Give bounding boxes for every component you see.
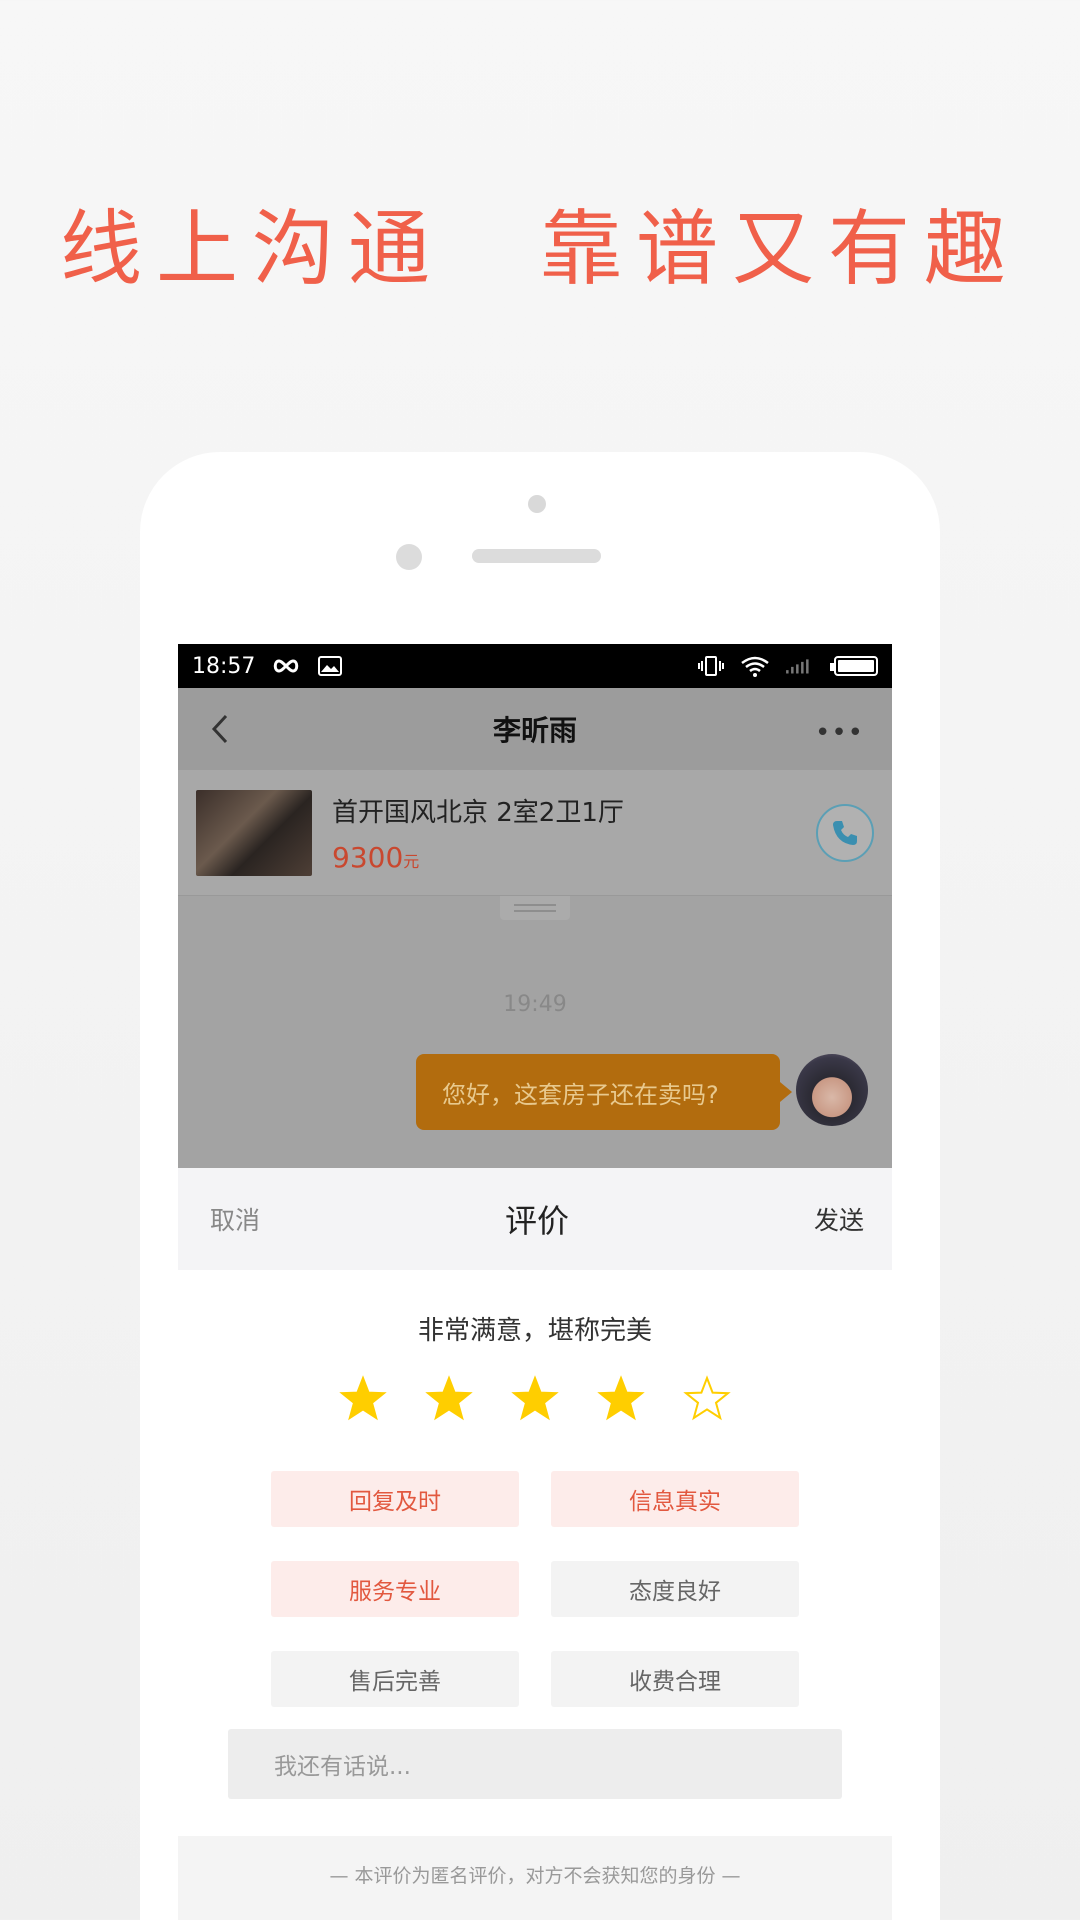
message-bubble: 您好，这套房子还在卖吗? bbox=[416, 1054, 792, 1130]
image-icon bbox=[315, 655, 345, 677]
rating-sheet-header: 取消 评价 发送 bbox=[178, 1168, 892, 1270]
house-price-unit: 元 bbox=[403, 851, 420, 871]
battery-icon bbox=[830, 656, 878, 676]
house-card[interactable]: 首开国风北京 2室2卫1厅 9300元 bbox=[178, 770, 892, 896]
cancel-button[interactable]: 取消 bbox=[210, 1201, 260, 1237]
wifi-icon bbox=[740, 655, 770, 677]
tag-option[interactable]: 回复及时 bbox=[271, 1471, 519, 1527]
rating-description: 非常满意，堪称完美 bbox=[417, 1316, 652, 1346]
tag-grid: 回复及时 信息真实 服务专业 态度良好 售后完善 收费合理 bbox=[178, 1471, 892, 1707]
star-filled-icon[interactable] bbox=[511, 1375, 559, 1423]
house-info: 首开国风北京 2室2卫1厅 9300元 bbox=[332, 792, 624, 874]
tag-option[interactable]: 信息真实 bbox=[551, 1471, 799, 1527]
phone-sensor bbox=[528, 495, 546, 513]
house-thumbnail bbox=[196, 789, 312, 876]
star-filled-icon[interactable] bbox=[425, 1375, 473, 1423]
call-button[interactable] bbox=[816, 804, 874, 862]
house-price: 9300 bbox=[332, 840, 404, 874]
tag-option[interactable]: 收费合理 bbox=[551, 1651, 799, 1707]
signal-icon bbox=[784, 655, 814, 677]
infinity-icon bbox=[271, 655, 301, 677]
star-filled-icon[interactable] bbox=[597, 1375, 645, 1423]
rating-sheet: 取消 评价 发送 非常满意，堪称完美 回复及时 信息真实 服务专业 态度良好 售后完善收… bbox=[178, 1168, 892, 1920]
headline: 线上沟通 靠谱又有趣 bbox=[59, 202, 1020, 297]
phone-icon bbox=[833, 821, 857, 845]
phone-camera bbox=[396, 544, 422, 570]
house-price-row: 9300元 bbox=[332, 841, 624, 874]
send-button[interactable]: 发送 bbox=[814, 1201, 864, 1237]
tag-option[interactable]: 服务专业 bbox=[271, 1561, 519, 1617]
rating-sheet-title: 评价 bbox=[504, 1202, 569, 1240]
status-time: 18:57 bbox=[192, 653, 256, 679]
tag-option[interactable]: 售后完善 bbox=[271, 1651, 519, 1707]
house-name: 首开国风北京 2室2卫1厅 bbox=[332, 797, 624, 828]
avatar[interactable] bbox=[796, 1054, 868, 1126]
phone-speaker bbox=[472, 549, 601, 563]
tag-option[interactable]: 态度良好 bbox=[551, 1561, 799, 1617]
star-filled-icon[interactable] bbox=[339, 1375, 387, 1423]
back-icon[interactable] bbox=[204, 712, 238, 746]
anonymous-note: — 本评价为匿名评价，对方不会获知您的身份 — bbox=[178, 1836, 892, 1920]
status-bar: 18:57 bbox=[178, 644, 892, 688]
comment-input[interactable]: 我还有话说... bbox=[228, 1729, 842, 1799]
chat-navbar: 李昕雨 ••• bbox=[178, 688, 892, 770]
chat-timestamp: 19:49 bbox=[503, 992, 567, 1017]
star-rating bbox=[178, 1375, 892, 1423]
more-icon[interactable]: ••• bbox=[815, 718, 864, 748]
drag-handle[interactable] bbox=[500, 896, 570, 920]
vibrate-icon bbox=[696, 655, 726, 677]
star-empty-icon[interactable] bbox=[683, 1375, 731, 1423]
chat-title: 李昕雨 bbox=[492, 714, 577, 747]
phone-screen: 18:57 李昕雨 ••• 首开国风北京 2室2卫1厅 9300元 19:49 … bbox=[178, 644, 892, 1920]
